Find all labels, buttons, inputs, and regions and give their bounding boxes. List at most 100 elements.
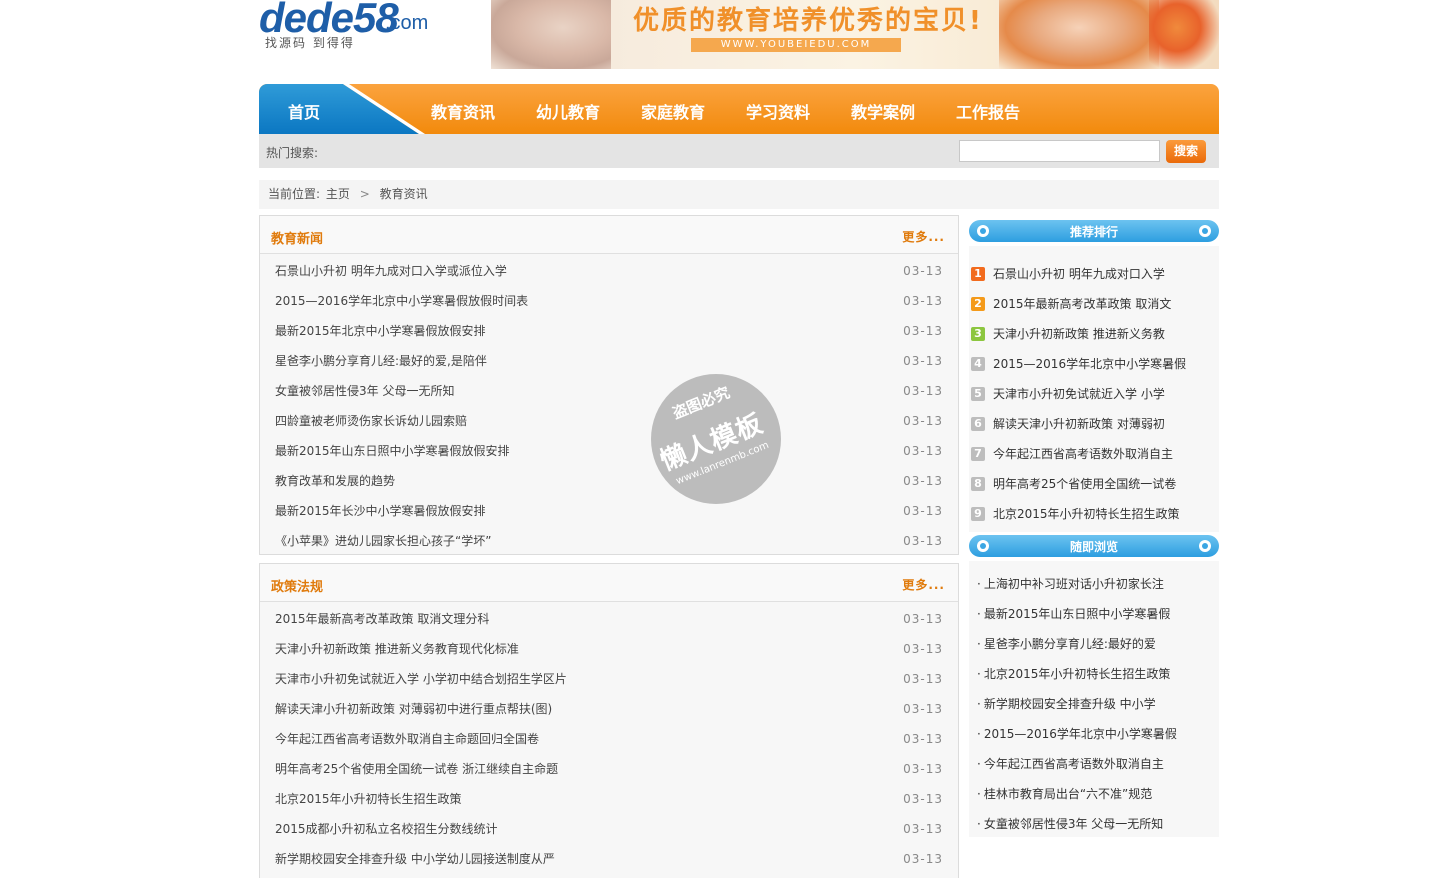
- news-item-title[interactable]: 教育改革和发展的趋势: [275, 474, 395, 488]
- list-item[interactable]: 5 天津市小升初免试就近入学 小学: [969, 379, 1219, 409]
- list-item[interactable]: 4 2015—2016学年北京中小学寒暑假: [969, 349, 1219, 379]
- news-box-title[interactable]: 教育新闻: [271, 228, 323, 247]
- policy-item-title[interactable]: 明年高考25个省使用全国统一试卷 浙江继续自主命题: [275, 762, 558, 776]
- search-input[interactable]: [959, 140, 1160, 162]
- banner-child-image-right: [999, 0, 1159, 69]
- ranking-item-title[interactable]: 2015年最新高考改革政策 取消文: [993, 297, 1171, 311]
- news-item-title[interactable]: 女童被邻居性侵3年 父母一无所知: [275, 384, 454, 398]
- list-item[interactable]: 教育改革和发展的趋势 03-13: [260, 466, 958, 496]
- list-item[interactable]: · 桂林市教育局出台“六不准”规范: [969, 779, 1219, 809]
- list-item[interactable]: 最新2015年山东日照中小学寒暑假放假安排 03-13: [260, 436, 958, 466]
- policy-item-date: 03-13: [903, 762, 943, 776]
- nav-item-family[interactable]: 家庭教育: [641, 99, 705, 123]
- list-item[interactable]: 北京2015年小升初特长生招生政策 03-13: [260, 784, 958, 814]
- list-item[interactable]: · 最新2015年山东日照中小学寒暑假: [969, 599, 1219, 629]
- policy-item-title[interactable]: 新学期校园安全排查升级 中小学幼儿园接送制度从严: [275, 852, 555, 866]
- list-item[interactable]: 2015成都小升初私立名校招生分数线统计 03-13: [260, 814, 958, 844]
- news-list: 石景山小升初 明年九成对口入学或派位入学 03-13 2015—2016学年北京中…: [260, 254, 958, 556]
- ranking-item-title[interactable]: 北京2015年小升初特长生招生政策: [993, 507, 1180, 521]
- list-item[interactable]: 四龄童被老师烫伤家长诉幼儿园索赔 03-13: [260, 406, 958, 436]
- news-more-link[interactable]: 更多...: [902, 228, 945, 245]
- random-item-title[interactable]: 北京2015年小升初特长生招生政策: [984, 667, 1171, 681]
- list-item[interactable]: 8 明年高考25个省使用全国统一试卷: [969, 469, 1219, 499]
- list-item[interactable]: · 新学期校园安全排查升级 中小学: [969, 689, 1219, 719]
- random-item-title[interactable]: 最新2015年山东日照中小学寒暑假: [984, 607, 1171, 621]
- ranking-item-title[interactable]: 今年起江西省高考语数外取消自主: [993, 447, 1173, 461]
- list-item[interactable]: 3 天津小升初新政策 推进新义务教: [969, 319, 1219, 349]
- news-item-title[interactable]: 最新2015年北京中小学寒暑假放假安排: [275, 324, 486, 338]
- policy-item-title[interactable]: 解读天津小升初新政策 对薄弱初中进行重点帮扶(图): [275, 702, 552, 716]
- list-item[interactable]: 2015年最新高考改革政策 取消文理分科 03-13: [260, 604, 958, 634]
- dot-bullet-icon: ·: [977, 787, 981, 801]
- list-item[interactable]: 1 石景山小升初 明年九成对口入学: [969, 259, 1219, 289]
- random-item-title[interactable]: 星爸李小鹏分享育儿经:最好的爱: [984, 637, 1156, 651]
- random-item-title[interactable]: 今年起江西省高考语数外取消自主: [984, 757, 1164, 771]
- ranking-item-title[interactable]: 解读天津小升初新政策 对薄弱初: [993, 417, 1165, 431]
- list-item[interactable]: · 北京2015年小升初特长生招生政策: [969, 659, 1219, 689]
- list-item[interactable]: 今年起江西省高考语数外取消自主命题回归全国卷 03-13: [260, 724, 958, 754]
- list-item[interactable]: 明年高考25个省使用全国统一试卷 浙江继续自主命题 03-13: [260, 754, 958, 784]
- nav-item-education-news[interactable]: 教育资讯: [431, 99, 495, 123]
- list-item[interactable]: · 今年起江西省高考语数外取消自主: [969, 749, 1219, 779]
- list-item[interactable]: 9 北京2015年小升初特长生招生政策: [969, 499, 1219, 529]
- header: dede58 .com 找源码 到得得 优质的教育培养优秀的宝贝! WWW.YO…: [259, 0, 1219, 70]
- list-item[interactable]: · 星爸李小鹏分享育儿经:最好的爱: [969, 629, 1219, 659]
- policy-item-title[interactable]: 今年起江西省高考语数外取消自主命题回归全国卷: [275, 732, 539, 746]
- ranking-item-title[interactable]: 石景山小升初 明年九成对口入学: [993, 267, 1165, 281]
- list-item[interactable]: 石景山小升初 明年九成对口入学或派位入学 03-13: [260, 256, 958, 286]
- policy-item-title[interactable]: 2015年最新高考改革政策 取消文理分科: [275, 612, 489, 626]
- policy-item-title[interactable]: 2015成都小升初私立名校招生分数线统计: [275, 822, 498, 836]
- random-item-title[interactable]: 女童被邻居性侵3年 父母一无所知: [984, 817, 1163, 831]
- list-item[interactable]: 天津小升初新政策 推进新义务教育现代化标准 03-13: [260, 634, 958, 664]
- ranking-item-title[interactable]: 明年高考25个省使用全国统一试卷: [993, 477, 1176, 491]
- news-item-title[interactable]: 星爸李小鹏分享育儿经:最好的爱,是陪伴: [275, 354, 487, 368]
- list-item[interactable]: 星爸李小鹏分享育儿经:最好的爱,是陪伴 03-13: [260, 346, 958, 376]
- site-logo[interactable]: dede58 .com 找源码 到得得: [259, 0, 469, 54]
- banner-tree-image: [1149, 0, 1219, 69]
- list-item[interactable]: 6 解读天津小升初新政策 对薄弱初: [969, 409, 1219, 439]
- random-item-title[interactable]: 桂林市教育局出台“六不准”规范: [984, 787, 1152, 801]
- list-item[interactable]: 2 2015年最新高考改革政策 取消文: [969, 289, 1219, 319]
- list-item[interactable]: 解读天津小升初新政策 对薄弱初中进行重点帮扶(图) 03-13: [260, 694, 958, 724]
- list-item[interactable]: 天津市小升初免试就近入学 小学初中结合划招生学区片 03-13: [260, 664, 958, 694]
- news-item-title[interactable]: 四龄童被老师烫伤家长诉幼儿园索赔: [275, 414, 467, 428]
- nav-item-materials[interactable]: 学习资料: [746, 99, 810, 123]
- policy-item-title[interactable]: 北京2015年小升初特长生招生政策: [275, 792, 462, 806]
- nav-item-cases[interactable]: 教学案例: [851, 99, 915, 123]
- news-item-title[interactable]: 最新2015年长沙中小学寒暑假放假安排: [275, 504, 486, 518]
- list-item[interactable]: 新学期校园安全排查升级 中小学幼儿园接送制度从严 03-13: [260, 844, 958, 874]
- nav-item-preschool[interactable]: 幼儿教育: [536, 99, 600, 123]
- random-item-title[interactable]: 上海初中补习班对话小升初家长注: [984, 577, 1164, 591]
- breadcrumb-current[interactable]: 教育资讯: [380, 187, 428, 201]
- news-item-title[interactable]: 石景山小升初 明年九成对口入学或派位入学: [275, 264, 507, 278]
- list-item[interactable]: 《小苹果》进幼儿园家长担心孩子“学坏” 03-13: [260, 526, 958, 556]
- list-item[interactable]: 7 今年起江西省高考语数外取消自主: [969, 439, 1219, 469]
- nav-home-label[interactable]: 首页: [288, 99, 320, 123]
- list-item[interactable]: 最新2015年长沙中小学寒暑假放假安排 03-13: [260, 496, 958, 526]
- ranking-item-title[interactable]: 天津小升初新政策 推进新义务教: [993, 327, 1165, 341]
- nav-home[interactable]: [259, 84, 419, 134]
- list-item[interactable]: 最新2015年北京中小学寒暑假放假安排 03-13: [260, 316, 958, 346]
- random-item-title[interactable]: 2015—2016学年北京中小学寒暑假: [984, 727, 1177, 741]
- news-item-title[interactable]: 2015—2016学年北京中小学寒暑假放假时间表: [275, 294, 528, 308]
- random-item-title[interactable]: 新学期校园安全排查升级 中小学: [984, 697, 1156, 711]
- search-button[interactable]: 搜索: [1166, 140, 1206, 163]
- policy-box-title[interactable]: 政策法规: [271, 576, 323, 595]
- logo-slogan: 找源码 到得得: [265, 36, 355, 50]
- breadcrumb-home[interactable]: 主页: [326, 187, 350, 201]
- news-item-title[interactable]: 最新2015年山东日照中小学寒暑假放假安排: [275, 444, 510, 458]
- list-item[interactable]: · 2015—2016学年北京中小学寒暑假: [969, 719, 1219, 749]
- policy-more-link[interactable]: 更多...: [902, 576, 945, 593]
- list-item[interactable]: 2015—2016学年北京中小学寒暑假放假时间表 03-13: [260, 286, 958, 316]
- policy-item-title[interactable]: 天津市小升初免试就近入学 小学初中结合划招生学区片: [275, 672, 567, 686]
- ranking-item-title[interactable]: 2015—2016学年北京中小学寒暑假: [993, 357, 1186, 371]
- list-item[interactable]: · 上海初中补习班对话小升初家长注: [969, 569, 1219, 599]
- news-item-title[interactable]: 《小苹果》进幼儿园家长担心孩子“学坏”: [275, 534, 491, 548]
- policy-item-title[interactable]: 天津小升初新政策 推进新义务教育现代化标准: [275, 642, 519, 656]
- list-item[interactable]: 女童被邻居性侵3年 父母一无所知 03-13: [260, 376, 958, 406]
- banner-ad[interactable]: 优质的教育培养优秀的宝贝! WWW.YOUBEIEDU.COM: [491, 0, 1219, 69]
- ranking-item-title[interactable]: 天津市小升初免试就近入学 小学: [993, 387, 1165, 401]
- nav-item-reports[interactable]: 工作报告: [956, 99, 1020, 123]
- list-item[interactable]: · 女童被邻居性侵3年 父母一无所知: [969, 809, 1219, 839]
- news-item-date: 03-13: [903, 414, 943, 428]
